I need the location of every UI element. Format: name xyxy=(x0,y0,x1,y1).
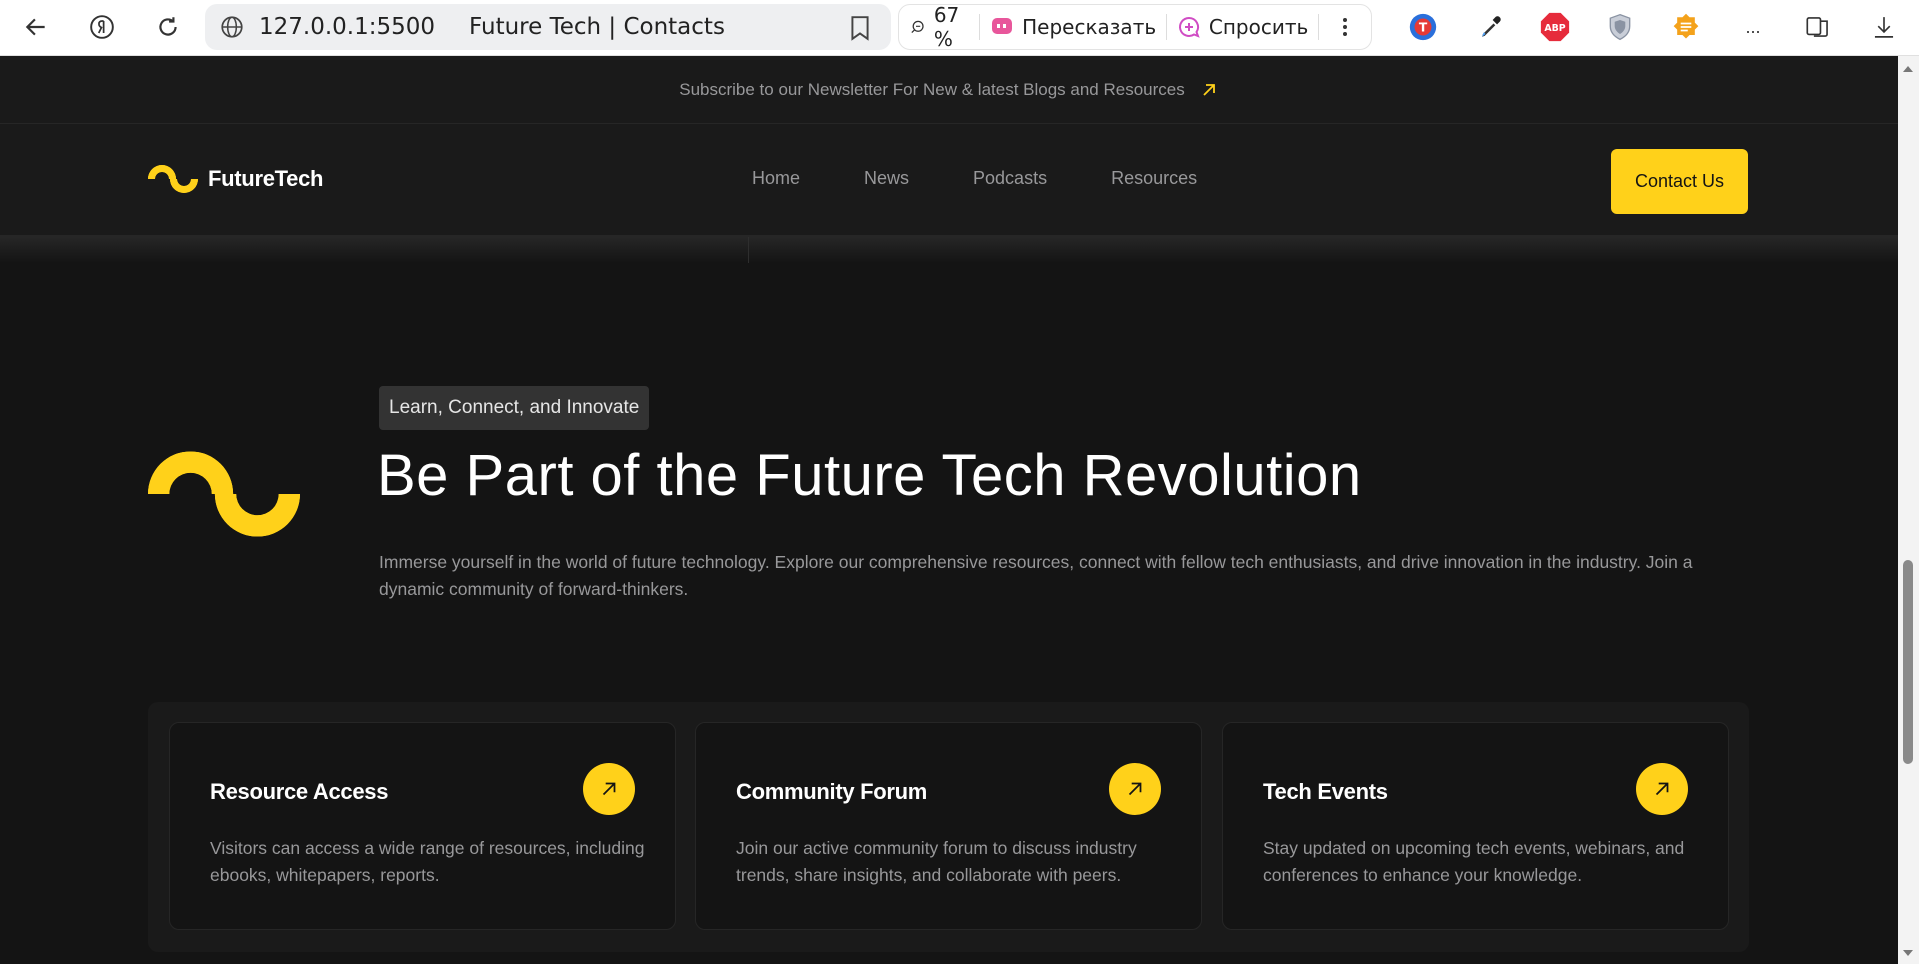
notes-extension[interactable] xyxy=(1669,10,1703,44)
menu-button[interactable] xyxy=(1319,5,1371,49)
zoom-indicator[interactable]: 67 % xyxy=(899,3,979,51)
nav-resources[interactable]: Resources xyxy=(1111,168,1197,189)
page-title-text: Future Tech | Contacts xyxy=(469,14,725,40)
arrow-up-right-icon xyxy=(1655,782,1669,796)
newsletter-text: Subscribe to our Newsletter For New & la… xyxy=(679,79,1185,99)
card-tech-events[interactable]: Tech Events Stay updated on upcoming tec… xyxy=(1222,722,1729,930)
vertical-scrollbar[interactable] xyxy=(1898,56,1919,964)
card-arrow-button[interactable] xyxy=(583,763,635,815)
header-divider xyxy=(0,237,1898,263)
card-description: Join our active community forum to discu… xyxy=(736,838,1137,885)
contact-us-button[interactable]: Contact Us xyxy=(1611,149,1748,214)
kebab-menu-icon xyxy=(1343,18,1348,36)
arrow-up-right-icon xyxy=(602,782,616,796)
reload-icon xyxy=(159,17,177,36)
collections-icon xyxy=(1806,17,1828,37)
back-button[interactable] xyxy=(16,7,56,47)
nav-podcasts[interactable]: Podcasts xyxy=(973,168,1047,189)
main-nav: Home News Podcasts Resources xyxy=(752,168,1261,189)
site-header: FutureTech Home News Podcasts Resources … xyxy=(0,124,1898,237)
adblock-extension[interactable]: ABP xyxy=(1538,10,1572,44)
yandex-icon xyxy=(90,15,114,39)
hero-logo-icon xyxy=(148,451,300,537)
nav-news[interactable]: News xyxy=(864,168,909,189)
hero-tag: Learn, Connect, and Innovate xyxy=(379,386,650,430)
hero-title: Be Part of the Future Tech Revolution xyxy=(377,443,1362,508)
download-icon xyxy=(1874,17,1894,38)
retell-button[interactable]: Пересказать xyxy=(980,5,1166,49)
notes-icon xyxy=(1673,13,1699,39)
page-viewport: Subscribe to our Newsletter For New & la… xyxy=(0,56,1898,964)
retell-icon xyxy=(992,18,1013,34)
shield-icon xyxy=(1609,13,1631,41)
yandex-button[interactable] xyxy=(82,7,122,47)
browser-tools: 67 % Пересказать Спросить xyxy=(898,3,1372,51)
zoom-icon xyxy=(911,20,924,34)
arrow-left-icon xyxy=(25,18,45,36)
arrow-up-right-icon xyxy=(1128,782,1142,796)
abp-text: ABP xyxy=(1544,23,1565,34)
scrollbar-thumb[interactable] xyxy=(1903,560,1913,764)
globe-icon xyxy=(221,16,243,38)
feature-cards: Resource Access Visitors can access a wi… xyxy=(148,702,1749,952)
shield-extension[interactable] xyxy=(1603,10,1637,44)
card-arrow-button[interactable] xyxy=(1109,763,1161,815)
card-resource-access[interactable]: Resource Access Visitors can access a wi… xyxy=(169,722,676,930)
more-extensions[interactable]: ... xyxy=(1736,10,1770,44)
card-title: Community Forum xyxy=(736,779,928,804)
card-arrow-button[interactable] xyxy=(1636,763,1688,815)
ask-label: Спросить xyxy=(1208,15,1309,39)
nav-home[interactable]: Home xyxy=(752,168,800,189)
eyedropper-icon xyxy=(1482,16,1501,37)
translate-icon: T xyxy=(1409,13,1437,41)
arrow-up-right-icon xyxy=(1203,83,1215,96)
address-bar[interactable]: 127.0.0.1:5500 Future Tech | Contacts xyxy=(205,4,891,50)
collections-button[interactable] xyxy=(1801,10,1835,44)
card-title: Tech Events xyxy=(1263,779,1388,804)
eyedropper-extension[interactable] xyxy=(1473,10,1507,44)
brand-logo[interactable]: FutureTech xyxy=(148,154,323,204)
card-description: Stay updated on upcoming tech events, we… xyxy=(1263,838,1685,885)
url-text[interactable]: 127.0.0.1:5500 xyxy=(259,14,435,40)
retell-label: Пересказать xyxy=(1022,15,1157,39)
card-description: Visitors can access a wide range of reso… xyxy=(210,838,645,885)
divider-line xyxy=(748,237,749,263)
reload-button[interactable] xyxy=(148,7,188,47)
card-title: Resource Access xyxy=(210,779,389,804)
translate-extension[interactable]: T xyxy=(1406,10,1440,44)
adblock-icon: ABP xyxy=(1540,12,1570,42)
zoom-level: 67 % xyxy=(933,3,960,51)
brand-name: FutureTech xyxy=(208,166,324,191)
ask-button[interactable]: Спросить xyxy=(1167,5,1318,49)
hero-description: Immerse yourself in the world of future … xyxy=(379,552,1693,599)
svg-text:T: T xyxy=(1419,21,1428,35)
futuretech-logo-icon xyxy=(148,165,198,193)
downloads-button[interactable] xyxy=(1867,10,1901,44)
scroll-up-arrow[interactable] xyxy=(1903,66,1913,72)
bookmark-icon[interactable] xyxy=(849,15,871,41)
newsletter-banner[interactable]: Subscribe to our Newsletter For New & la… xyxy=(0,56,1898,124)
ask-icon xyxy=(1178,16,1200,38)
card-community-forum[interactable]: Community Forum Join our active communit… xyxy=(695,722,1202,930)
browser-toolbar: 127.0.0.1:5500 Future Tech | Contacts 67… xyxy=(0,0,1919,56)
scroll-down-arrow[interactable] xyxy=(1903,950,1913,956)
